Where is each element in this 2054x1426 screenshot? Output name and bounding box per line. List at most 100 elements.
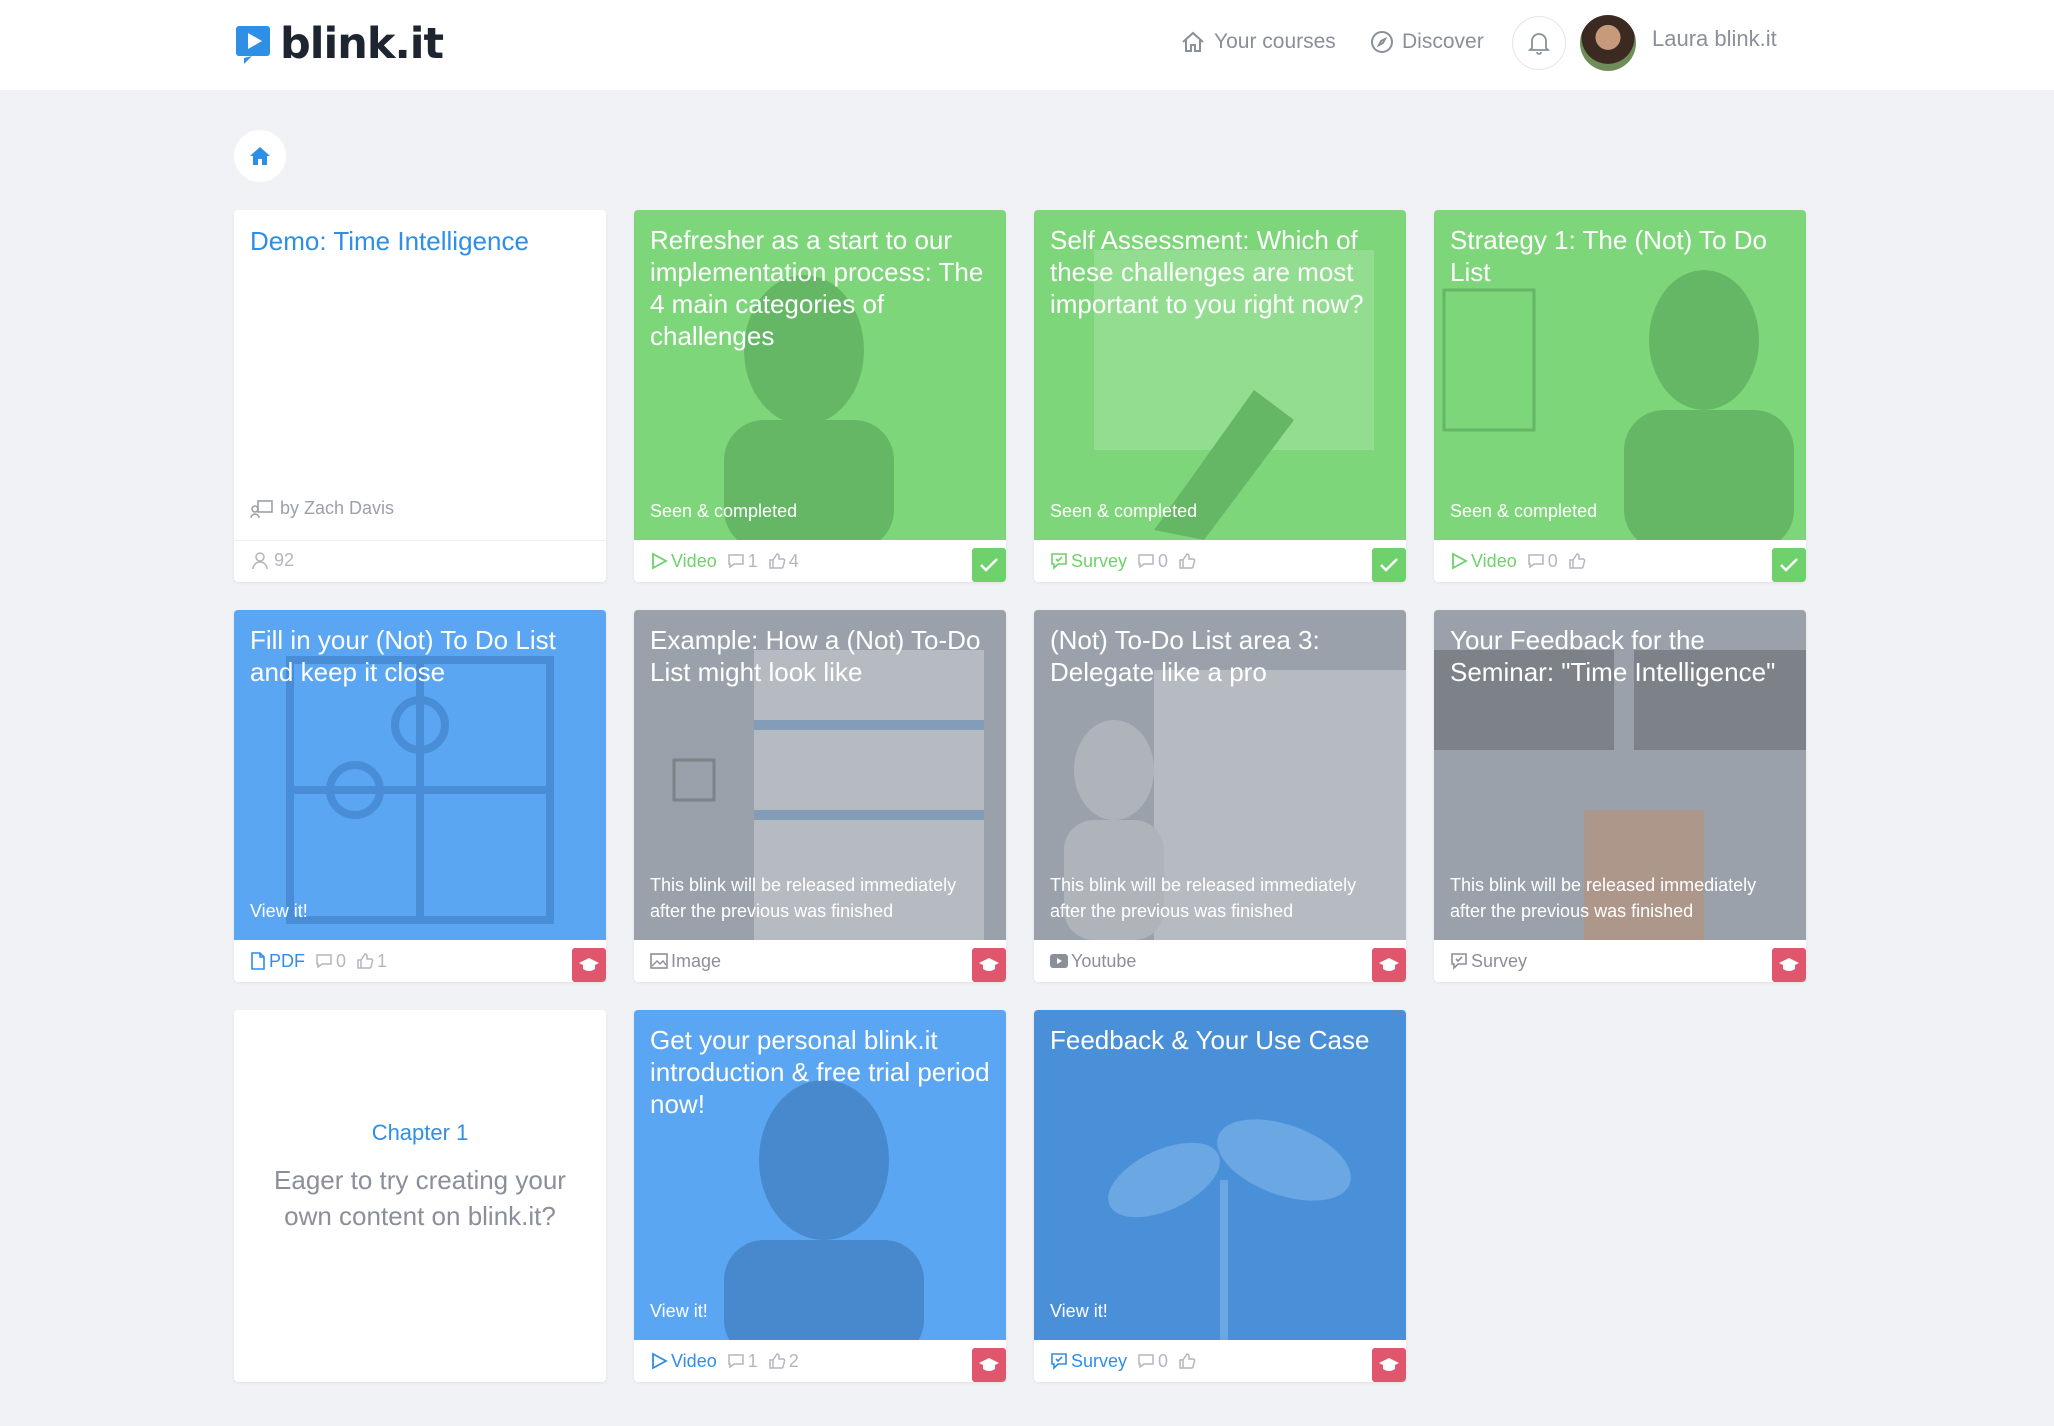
- participants-icon: [252, 551, 268, 569]
- course-cap-badge: [1372, 948, 1406, 982]
- author-name: by Zach Davis: [280, 498, 395, 518]
- blink-card[interactable]: Self Assessment: Which of these challeng…: [1034, 210, 1406, 582]
- course-participants: 92: [250, 550, 294, 571]
- blink-card[interactable]: Refresher as a start to our implementati…: [634, 210, 1006, 582]
- card-thumbnail[interactable]: Fill in your (Not) To Do List and keep i…: [234, 610, 606, 940]
- completed-badge: [1372, 548, 1406, 582]
- card-footer: Survey: [1434, 940, 1806, 982]
- likes-count[interactable]: [1178, 552, 1199, 570]
- chapter-card[interactable]: Chapter 1 Eager to try creating your own…: [234, 1010, 606, 1382]
- card-status: Seen & completed: [1050, 501, 1198, 521]
- blink-card[interactable]: Your Feedback for the Seminar: "Time Int…: [1434, 610, 1806, 982]
- card-type-label: Image: [671, 950, 722, 971]
- user-name[interactable]: Laura blink.it: [1652, 26, 1777, 52]
- comment-icon: [727, 1354, 744, 1369]
- nav-your-courses[interactable]: Your courses: [1180, 20, 1336, 64]
- card-type-label: Survey: [1071, 550, 1128, 571]
- card-title: Strategy 1: The (Not) To Do List: [1450, 225, 1767, 287]
- thumbs-up-icon: [1179, 1353, 1196, 1369]
- card-thumbnail[interactable]: Example: How a (Not) To-Do List might lo…: [634, 610, 1006, 940]
- card-thumbnail[interactable]: Get your personal blink.it introduction …: [634, 1010, 1006, 1340]
- card-footer: Video 1 4: [634, 540, 1006, 582]
- survey-icon: [1051, 553, 1067, 570]
- card-type-label: Survey: [1071, 1350, 1128, 1371]
- card-title: Fill in your (Not) To Do List and keep i…: [250, 625, 556, 687]
- thumbs-up-icon: [357, 953, 374, 969]
- graduation-cap-icon: [1779, 958, 1799, 971]
- card-footer: Video 0: [1434, 540, 1806, 582]
- comments-value: 0: [1158, 1350, 1169, 1371]
- checkmark-icon: [1780, 558, 1798, 572]
- card-type-label: Video: [1471, 550, 1517, 571]
- comments-count[interactable]: 1: [727, 551, 758, 572]
- blink-card[interactable]: Feedback & Your Use Case View it! Survey…: [1034, 1010, 1406, 1382]
- course-cap-badge: [1772, 948, 1806, 982]
- card-footer: Youtube: [1034, 940, 1406, 982]
- card-thumbnail[interactable]: (Not) To-Do List area 3: Delegate like a…: [1034, 610, 1406, 940]
- card-type: Survey: [1450, 951, 1527, 972]
- pdf-icon: [251, 952, 265, 970]
- likes-count[interactable]: 4: [768, 551, 799, 572]
- card-status: This blink will be released immediately …: [1450, 875, 1757, 921]
- likes-count[interactable]: 1: [356, 951, 387, 972]
- card-thumbnail[interactable]: Your Feedback for the Seminar: "Time Int…: [1434, 610, 1806, 940]
- course-intro-card[interactable]: Demo: Time Intelligence by Zach Davis 92: [234, 210, 606, 582]
- course-cap-badge: [972, 948, 1006, 982]
- card-thumbnail[interactable]: Strategy 1: The (Not) To Do List Seen & …: [1434, 210, 1806, 540]
- user-avatar[interactable]: [1580, 15, 1636, 71]
- blinkit-logo[interactable]: blink.it: [236, 18, 444, 70]
- blink-card[interactable]: Get your personal blink.it introduction …: [634, 1010, 1006, 1382]
- course-author: by Zach Davis: [250, 498, 394, 519]
- card-title: (Not) To-Do List area 3: Delegate like a…: [1050, 625, 1320, 687]
- comments-count[interactable]: 1: [727, 1351, 758, 1372]
- card-thumbnail[interactable]: Self Assessment: Which of these challeng…: [1034, 210, 1406, 540]
- play-icon: [652, 1352, 668, 1370]
- comments-count[interactable]: 0: [1137, 551, 1168, 572]
- comments-count[interactable]: 0: [315, 951, 346, 972]
- graduation-cap-icon: [979, 958, 999, 971]
- completed-badge: [972, 548, 1006, 582]
- likes-value: 2: [788, 1350, 799, 1371]
- comments-count[interactable]: 0: [1527, 551, 1558, 572]
- card-thumbnail[interactable]: Refresher as a start to our implementati…: [634, 210, 1006, 540]
- teacher-icon: [250, 499, 273, 518]
- blink-card[interactable]: Fill in your (Not) To Do List and keep i…: [234, 610, 606, 982]
- card-title: Refresher as a start to our implementati…: [650, 225, 984, 351]
- nav-discover[interactable]: Discover: [1370, 20, 1484, 64]
- blink-card[interactable]: Example: How a (Not) To-Do List might lo…: [634, 610, 1006, 982]
- card-type: PDF: [250, 951, 305, 972]
- likes-value: 1: [377, 950, 388, 971]
- chapter-label[interactable]: Chapter 1: [234, 1120, 606, 1146]
- likes-value: 4: [788, 550, 799, 571]
- compass-icon: [1371, 31, 1393, 53]
- likes-count[interactable]: [1178, 1352, 1199, 1370]
- card-status: View it!: [1050, 1301, 1108, 1321]
- blink-card[interactable]: (Not) To-Do List area 3: Delegate like a…: [1034, 610, 1406, 982]
- card-status: View it!: [250, 901, 308, 921]
- comments-count[interactable]: 0: [1137, 1351, 1168, 1372]
- likes-count[interactable]: 2: [768, 1351, 799, 1372]
- graduation-cap-icon: [1379, 958, 1399, 971]
- card-type: Survey: [1050, 1351, 1127, 1372]
- card-footer: Survey 0: [1034, 1340, 1406, 1382]
- comment-icon: [1138, 554, 1154, 569]
- home-button[interactable]: [234, 130, 286, 182]
- comments-value: 1: [747, 550, 758, 571]
- survey-icon: [1051, 1353, 1067, 1370]
- chapter-text: Eager to try creating your own content o…: [274, 1165, 566, 1231]
- card-type: Youtube: [1050, 951, 1136, 972]
- comments-value: 0: [336, 950, 347, 971]
- blink-card[interactable]: Strategy 1: The (Not) To Do List Seen & …: [1434, 210, 1806, 582]
- comments-value: 1: [747, 1350, 758, 1371]
- top-header: blink.it Your courses Discover Laura bli…: [0, 0, 2054, 90]
- likes-count[interactable]: [1568, 552, 1589, 570]
- card-type: Video: [650, 1351, 717, 1372]
- notifications-button[interactable]: [1512, 16, 1566, 70]
- youtube-icon: [1050, 954, 1068, 968]
- comment-icon: [1138, 1354, 1154, 1369]
- course-title[interactable]: Demo: Time Intelligence: [250, 226, 529, 257]
- bell-icon: [1528, 33, 1550, 55]
- card-type: Survey: [1050, 551, 1127, 572]
- card-thumbnail[interactable]: Feedback & Your Use Case View it!: [1034, 1010, 1406, 1340]
- thumbs-up-icon: [768, 1353, 786, 1369]
